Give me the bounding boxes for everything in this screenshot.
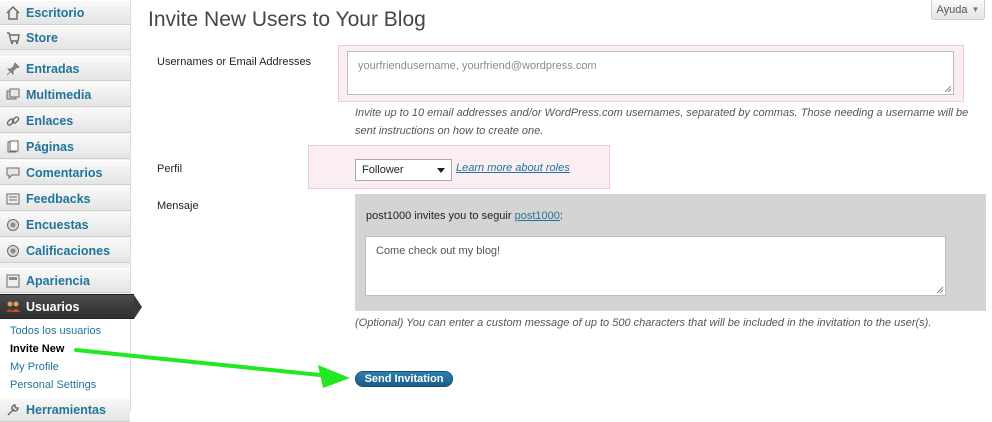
menu-item-apariencia[interactable]: Apariencia — [0, 268, 130, 293]
page-title: Invite New Users to Your Blog — [148, 8, 426, 31]
users-icon — [5, 299, 21, 315]
submenu-invite-new[interactable]: Invite New — [10, 343, 64, 355]
message-help: (Optional) You can enter a custom messag… — [355, 317, 932, 329]
pages-icon — [5, 139, 21, 155]
pin-icon — [5, 61, 21, 77]
menu-label: Usuarios — [26, 299, 80, 314]
menu-label: Apariencia — [26, 273, 90, 288]
menu-item-escritorio[interactable]: Escritorio — [0, 0, 130, 25]
menu-item-feedbacks[interactable]: Feedbacks — [0, 186, 130, 211]
help-button[interactable]: Ayuda ▼ — [931, 0, 985, 20]
admin-sidebar: Escritorio Store Entradas Multimedia Enl… — [0, 0, 142, 422]
menu-item-multimedia[interactable]: Multimedia — [0, 82, 130, 107]
menu-item-calificaciones[interactable]: Calificaciones — [0, 238, 130, 263]
menu-label: Páginas — [26, 139, 74, 154]
menu-label: Multimedia — [26, 87, 92, 102]
menu-item-paginas[interactable]: Páginas — [0, 134, 130, 159]
menu-label: Comentarios — [26, 165, 103, 180]
menu-label: Enlaces — [26, 113, 74, 128]
learn-roles-link[interactable]: Learn more about roles — [456, 162, 570, 174]
invite-prefix: post1000 invites you to seguir — [366, 210, 515, 222]
invite-suffix: : — [559, 210, 563, 222]
appearance-icon — [5, 273, 21, 289]
house-icon — [5, 5, 21, 21]
resize-grip-icon[interactable] — [936, 286, 944, 294]
menu-label: Herramientas — [26, 402, 106, 417]
chevron-down-icon: ▼ — [971, 5, 980, 14]
blog-link[interactable]: post1000 — [515, 210, 560, 222]
role-select[interactable]: Follower — [355, 159, 452, 181]
menu-item-encuestas[interactable]: Encuestas — [0, 212, 130, 237]
dropdown-caret-icon — [437, 168, 445, 173]
menu-item-comentarios[interactable]: Comentarios — [0, 160, 130, 185]
role-label: Perfil — [157, 163, 183, 175]
menu-item-store[interactable]: Store — [0, 25, 130, 50]
send-invitation-button[interactable]: Send Invitation — [355, 371, 453, 387]
ratings-icon — [5, 243, 21, 259]
message-textarea[interactable]: Come check out my blog! — [365, 236, 946, 296]
message-value: Come check out my blog! — [376, 245, 501, 257]
polls-icon — [5, 217, 21, 233]
usernames-placeholder: yourfriendusername, yourfriend@wordpress… — [358, 60, 597, 72]
usernames-label: Usernames or Email Addresses — [157, 56, 312, 68]
usernames-help: Invite up to 10 email addresses and/or W… — [355, 107, 969, 137]
message-label: Mensaje — [157, 200, 199, 212]
menu-label: Entradas — [26, 61, 80, 76]
invite-preview-line: post1000 invites you to seguir post1000: — [366, 210, 563, 222]
feedback-icon — [5, 191, 21, 207]
usernames-input[interactable]: yourfriendusername, yourfriend@wordpress… — [347, 51, 954, 95]
resize-grip-icon[interactable] — [944, 85, 952, 93]
menu-item-herramientas[interactable]: Herramientas — [0, 397, 130, 422]
cart-icon — [5, 30, 21, 46]
menu-label: Escritorio — [26, 5, 85, 20]
menu-label: Calificaciones — [26, 243, 111, 258]
comment-bubble-icon — [5, 165, 21, 181]
media-icon — [5, 87, 21, 103]
submenu-todos-los-usuarios[interactable]: Todos los usuarios — [10, 325, 101, 337]
users-submenu: Todos los usuarios Invite New My Profile… — [0, 319, 130, 397]
tools-icon — [5, 402, 21, 418]
help-label: Ayuda — [936, 3, 968, 16]
menu-item-entradas[interactable]: Entradas — [0, 56, 130, 81]
submenu-personal-settings[interactable]: Personal Settings — [10, 379, 96, 391]
menu-item-usuarios[interactable]: Usuarios — [0, 294, 142, 319]
menu-label: Store — [26, 30, 58, 45]
link-icon — [5, 113, 21, 129]
menu-label: Encuestas — [26, 217, 89, 232]
menu-label: Feedbacks — [26, 191, 91, 206]
submenu-my-profile[interactable]: My Profile — [10, 361, 59, 373]
role-value: Follower — [362, 164, 404, 176]
menu-item-enlaces[interactable]: Enlaces — [0, 108, 130, 133]
